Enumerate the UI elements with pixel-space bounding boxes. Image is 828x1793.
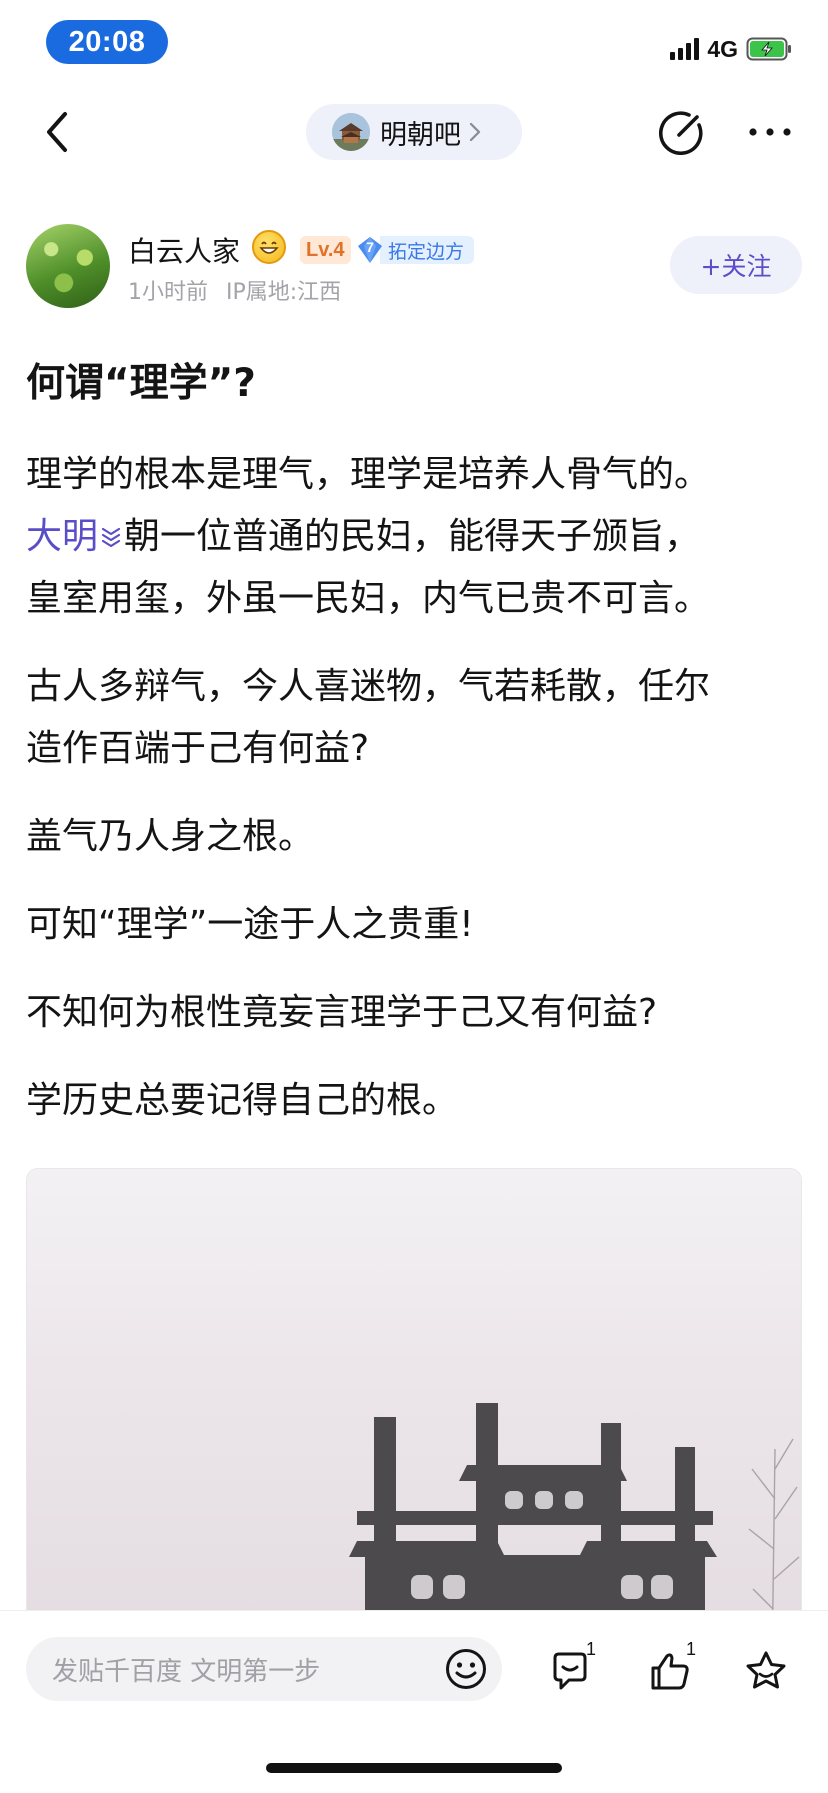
forum-link[interactable]: 明朝吧 (306, 104, 522, 160)
paragraph: 盖气乃人身之根。 (26, 806, 802, 868)
paifang-archway-image (349, 1403, 800, 1667)
status-bar: 20:08 4G (0, 0, 828, 88)
topic-layers-icon[interactable] (100, 524, 122, 550)
battery-icon (746, 37, 791, 61)
paragraph-line: 大明 朝一位普通的民妇，能得天子颁旨， (26, 506, 802, 568)
diamond-badge-icon: 7 (356, 236, 384, 264)
ip-location: IP属地:江西 (226, 280, 342, 305)
post-body: 理学的根本是理气，理学是培养人骨气的。 大明 朝一位普通的民妇，能得天子颁旨， … (26, 444, 802, 1158)
like-count: 1 (685, 1639, 696, 1659)
paragraph-line: 盖气乃人身之根。 (26, 816, 315, 857)
author-avatar[interactable] (26, 224, 110, 308)
paragraph: 学历史总要记得自己的根。 (26, 1070, 802, 1132)
paragraph: 古人多辩气，今人喜迷物，气若耗散，任尔 造作百端于己有何益? (26, 656, 802, 780)
follow-button[interactable]: +关注 (670, 236, 802, 294)
emoji-button[interactable] (438, 1641, 494, 1697)
home-indicator[interactable] (266, 1763, 562, 1773)
paragraph: 不知何为根性竟妄言理学于己又有何益? (26, 982, 802, 1044)
star-icon (746, 1651, 786, 1689)
smiley-icon (446, 1649, 486, 1689)
author-name[interactable]: 白云人家 (128, 230, 240, 270)
paragraph-text: 朝一位普通的民妇，能得天子颁旨， (124, 516, 701, 557)
level-badge: Lv.4 (300, 236, 351, 264)
more-button[interactable] (740, 104, 800, 160)
post-time: 1小时前 (128, 280, 208, 305)
comment-button[interactable]: 1 (540, 1639, 600, 1701)
bottom-bar: 发贴千百度 文明第一步 1 1 (0, 1610, 828, 1793)
paragraph-line: 造作百端于己有何益? (26, 728, 370, 769)
post-photo[interactable] (26, 1168, 802, 1668)
title-badge[interactable]: 7 拓定边方 (356, 236, 475, 264)
like-button[interactable]: 1 (640, 1639, 700, 1701)
back-button[interactable] (30, 104, 86, 160)
comment-count: 1 (585, 1639, 596, 1659)
reply-input[interactable]: 发贴千百度 文明第一步 (26, 1637, 502, 1701)
network-type: 4G (707, 35, 738, 62)
paragraph-line: 可知“理学”一途于人之贵重! (26, 904, 474, 945)
cellular-signal-icon (670, 38, 700, 60)
topic-link[interactable]: 大明 (26, 516, 98, 557)
more-horizontal-icon (749, 128, 791, 136)
paragraph-line: 不知何为根性竟妄言理学于己又有何益? (26, 992, 658, 1033)
title-badge-label: 拓定边方 (380, 236, 475, 264)
grinning-emoji-icon (252, 230, 286, 264)
paragraph: 可知“理学”一途于人之贵重! (26, 894, 802, 956)
status-time: 20:08 (46, 20, 168, 64)
paragraph: 理学的根本是理气，理学是培养人骨气的。 大明 朝一位普通的民妇，能得天子颁旨， … (26, 444, 802, 630)
paragraph-line: 古人多辩气，今人喜迷物，气若耗散，任尔 (26, 666, 711, 707)
chevron-right-icon (469, 122, 481, 142)
forum-name: 明朝吧 (380, 119, 461, 151)
paragraph-line: 学历史总要记得自己的根。 (26, 1080, 459, 1121)
post-title: 何谓“理学”? (26, 361, 256, 406)
edit-icon (659, 111, 703, 155)
author-row: 白云人家 Lv.4 7 拓定边方 1小时前 IP属地:江西 +关注 (0, 222, 828, 312)
forum-avatar (332, 113, 370, 151)
author-meta: 1小时前 IP属地:江西 (128, 274, 341, 306)
nav-bar: 明朝吧 (0, 96, 828, 168)
edit-button[interactable] (654, 104, 710, 160)
chevron-left-icon (47, 112, 67, 152)
title-badge-number: 7 (366, 239, 374, 255)
favorite-button[interactable] (736, 1641, 796, 1701)
paragraph-line: 理学的根本是理气，理学是培养人骨气的。 (26, 454, 711, 495)
status-icons: 4G (670, 34, 794, 64)
paragraph-line: 皇室用玺，外虽一民妇，内气已贵不可言。 (26, 578, 711, 619)
